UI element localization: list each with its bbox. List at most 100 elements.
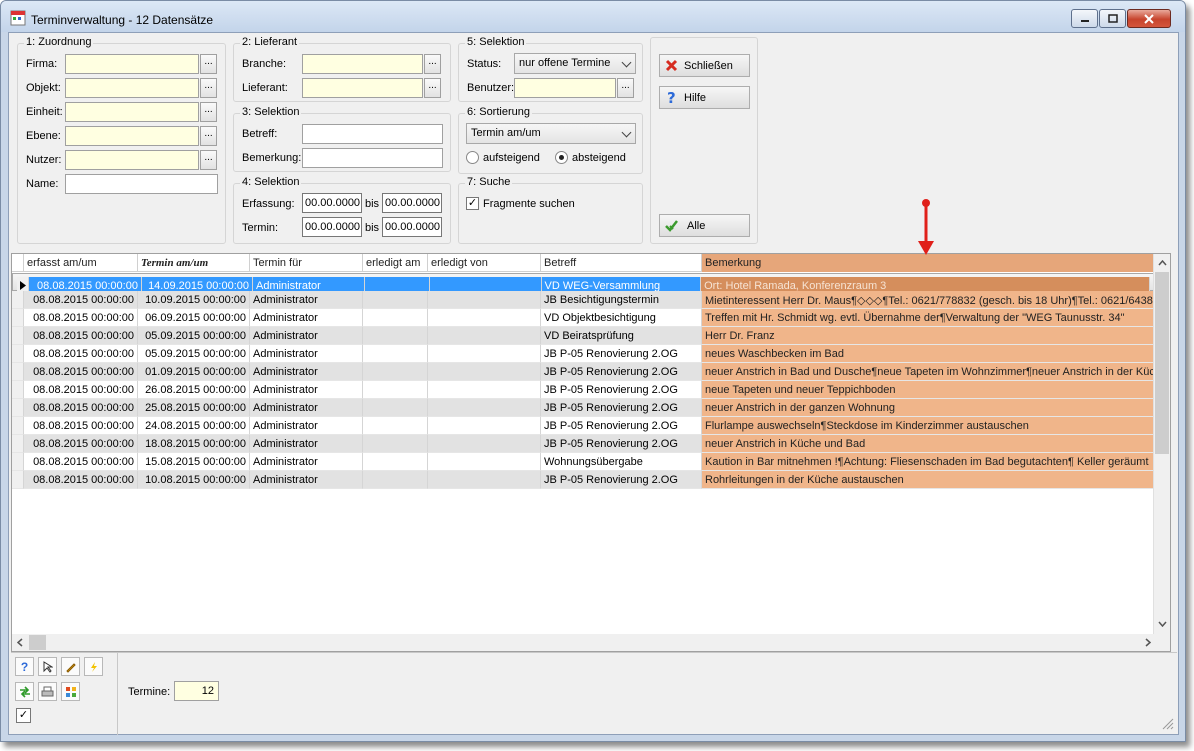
cell-termin[interactable]: 10.09.2015 00:00:00	[138, 291, 250, 309]
cell-betreff[interactable]: JB P-05 Renovierung 2.OG	[541, 471, 702, 489]
cell-erfasst[interactable]: 08.08.2015 00:00:00	[24, 417, 138, 435]
resize-grip-icon[interactable]	[1161, 717, 1174, 730]
cell-betreff[interactable]: JB P-05 Renovierung 2.OG	[541, 363, 702, 381]
firma-browse-button[interactable]: ...	[200, 54, 217, 74]
title-bar[interactable]: Terminverwaltung - 12 Datensätze	[1, 1, 1185, 32]
branche-browse-button[interactable]: ...	[424, 54, 441, 74]
column-header-erfasst[interactable]: erfasst am/um	[24, 254, 138, 272]
betreff-field[interactable]	[302, 124, 443, 144]
cell-erfasst[interactable]: 08.08.2015 00:00:00	[24, 471, 138, 489]
cell-bemerkung[interactable]: Mietinteressent Herr Dr. Maus¶◇◇◇¶Tel.: …	[702, 291, 1155, 309]
horizontal-scrollbar[interactable]	[12, 634, 1170, 651]
cell-betreff[interactable]: VD Objektbesichtigung	[541, 309, 702, 327]
cell-erledigt-am[interactable]	[363, 291, 428, 309]
einheit-field[interactable]	[65, 102, 199, 122]
cell-betreff[interactable]: JB Besichtigungstermin	[541, 291, 702, 309]
cell-erfasst[interactable]: 08.08.2015 00:00:00	[24, 291, 138, 309]
edit-tool-button[interactable]	[61, 657, 80, 676]
cell-termin[interactable]: 06.09.2015 00:00:00	[138, 309, 250, 327]
cell-erledigt-am[interactable]	[363, 435, 428, 453]
table-row[interactable]: 08.08.2015 00:00:00 25.08.2015 00:00:00 Ad…	[12, 399, 1155, 417]
table-row[interactable]: 08.08.2015 00:00:00 06.09.2015 00:00:00 Ad…	[12, 309, 1155, 327]
action-tool-button[interactable]	[84, 657, 103, 676]
cell-erledigt-von[interactable]	[428, 435, 541, 453]
row-indicator[interactable]	[12, 381, 24, 399]
cell-erledigt-von[interactable]	[428, 453, 541, 471]
cell-termin[interactable]: 10.08.2015 00:00:00	[138, 471, 250, 489]
row-indicator[interactable]	[12, 345, 24, 363]
cell-termin[interactable]: 24.08.2015 00:00:00	[138, 417, 250, 435]
table-row[interactable]: 08.08.2015 00:00:00 14.09.2015 00:00:00 Ad…	[12, 273, 1155, 295]
name-field[interactable]	[65, 174, 218, 194]
cell-bemerkung[interactable]: neue Tapeten und neuer Teppichboden	[702, 381, 1155, 399]
benutzer-field[interactable]	[514, 78, 616, 98]
cell-termin[interactable]: 01.09.2015 00:00:00	[138, 363, 250, 381]
row-indicator[interactable]	[12, 363, 24, 381]
column-header-erledigt-von[interactable]: erledigt von	[428, 254, 541, 272]
row-indicator[interactable]	[12, 309, 24, 327]
table-row[interactable]: 08.08.2015 00:00:00 10.09.2015 00:00:00 Ad…	[12, 291, 1155, 309]
cell-erledigt-am[interactable]	[363, 417, 428, 435]
row-indicator[interactable]	[12, 291, 24, 309]
table-row[interactable]: 08.08.2015 00:00:00 05.09.2015 00:00:00 Ad…	[12, 327, 1155, 345]
bemerkung-field[interactable]	[302, 148, 443, 168]
row-indicator[interactable]	[12, 327, 24, 345]
close-window-button[interactable]	[1127, 9, 1171, 28]
termin-to-field[interactable]: 00.00.0000	[382, 217, 442, 237]
cell-erledigt-von[interactable]	[428, 345, 541, 363]
cell-betreff[interactable]: JB P-05 Renovierung 2.OG	[541, 345, 702, 363]
cell-erledigt-von[interactable]	[428, 327, 541, 345]
objekt-field[interactable]	[65, 78, 199, 98]
cell-erledigt-von[interactable]	[428, 399, 541, 417]
cell-erfasst[interactable]: 08.08.2015 00:00:00	[24, 345, 138, 363]
erfassung-from-field[interactable]: 00.00.0000	[302, 193, 362, 213]
cell-termin-fuer[interactable]: Administrator	[250, 453, 363, 471]
cell-termin[interactable]: 25.08.2015 00:00:00	[138, 399, 250, 417]
cell-betreff[interactable]: JB P-05 Renovierung 2.OG	[541, 399, 702, 417]
benutzer-browse-button[interactable]: ...	[617, 78, 634, 98]
toolbar-checkbox[interactable]: ✓	[16, 708, 31, 723]
cell-bemerkung[interactable]: neuer Anstrich in Küche und Bad	[702, 435, 1155, 453]
table-row[interactable]: 08.08.2015 00:00:00 05.09.2015 00:00:00 Ad…	[12, 345, 1155, 363]
table-row[interactable]: 08.08.2015 00:00:00 24.08.2015 00:00:00 Ad…	[12, 417, 1155, 435]
cell-erfasst[interactable]: 08.08.2015 00:00:00	[24, 327, 138, 345]
row-indicator[interactable]	[12, 435, 24, 453]
cell-erledigt-von[interactable]	[428, 291, 541, 309]
table-row[interactable]: 08.08.2015 00:00:00 18.08.2015 00:00:00 Ad…	[12, 435, 1155, 453]
vertical-scroll-thumb[interactable]	[1155, 272, 1169, 454]
cell-betreff[interactable]: VD Beiratsprüfung	[541, 327, 702, 345]
cell-termin-fuer[interactable]: Administrator	[250, 471, 363, 489]
cell-termin[interactable]: 26.08.2015 00:00:00	[138, 381, 250, 399]
alle-button[interactable]: Alle	[659, 214, 750, 237]
table-row[interactable]: 08.08.2015 00:00:00 15.08.2015 00:00:00 Ad…	[12, 453, 1155, 471]
column-header-termin-fuer[interactable]: Termin für	[250, 254, 363, 272]
cell-termin-fuer[interactable]: Administrator	[250, 291, 363, 309]
cell-termin-fuer[interactable]: Administrator	[250, 435, 363, 453]
cell-erledigt-am[interactable]	[363, 309, 428, 327]
column-header-erledigt-am[interactable]: erledigt am	[363, 254, 428, 272]
cell-erfasst[interactable]: 08.08.2015 00:00:00	[24, 309, 138, 327]
grid-layout-tool-button[interactable]	[61, 682, 80, 701]
cell-bemerkung[interactable]: neues Waschbecken im Bad	[702, 345, 1155, 363]
sortierung-select[interactable]: Termin am/um	[466, 123, 636, 144]
lieferant-browse-button[interactable]: ...	[424, 78, 441, 98]
maximize-button[interactable]	[1099, 9, 1126, 28]
cell-termin[interactable]: 18.08.2015 00:00:00	[138, 435, 250, 453]
erfassung-to-field[interactable]: 00.00.0000	[382, 193, 442, 213]
vertical-scrollbar[interactable]	[1153, 254, 1170, 634]
cell-bemerkung[interactable]: Herr Dr. Franz	[702, 327, 1155, 345]
cell-betreff[interactable]: JB P-05 Renovierung 2.OG	[541, 381, 702, 399]
nutzer-browse-button[interactable]: ...	[200, 150, 217, 170]
refresh-tool-button[interactable]	[15, 682, 34, 701]
cell-bemerkung[interactable]: neuer Anstrich in der ganzen Wohnung	[702, 399, 1155, 417]
cell-erledigt-am[interactable]	[363, 345, 428, 363]
select-tool-button[interactable]	[38, 657, 57, 676]
cell-erledigt-am[interactable]	[363, 471, 428, 489]
print-tool-button[interactable]	[38, 682, 57, 701]
cell-erledigt-von[interactable]	[428, 417, 541, 435]
row-indicator[interactable]	[12, 471, 24, 489]
cell-erledigt-am[interactable]	[363, 399, 428, 417]
table-row[interactable]: 08.08.2015 00:00:00 26.08.2015 00:00:00 Ad…	[12, 381, 1155, 399]
horizontal-scroll-thumb[interactable]	[29, 635, 46, 650]
help-tool-button[interactable]: ?	[15, 657, 34, 676]
